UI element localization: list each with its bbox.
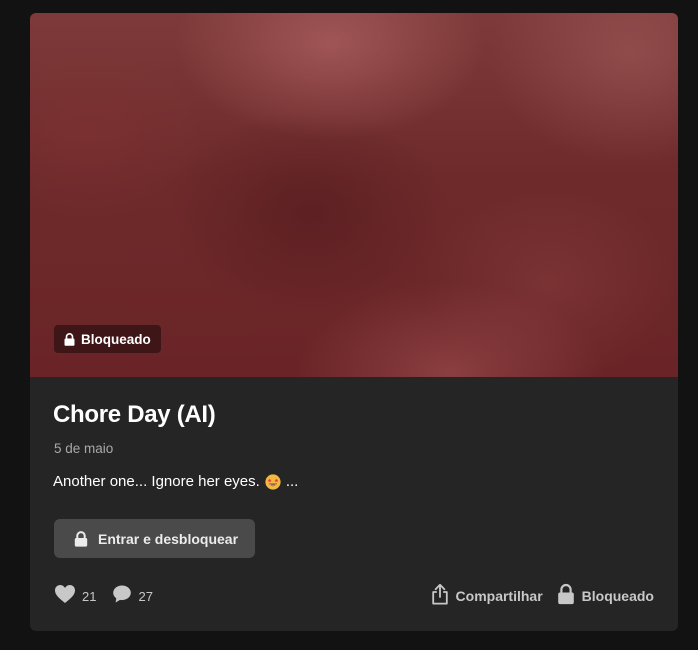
locked-status-label: Bloqueado <box>581 588 654 604</box>
like-count: 21 <box>82 588 97 604</box>
post-date: 5 de maio <box>54 441 114 456</box>
lock-icon <box>74 530 88 547</box>
post-title[interactable]: Chore Day (AI) <box>53 401 216 429</box>
locked-badge-label: Bloqueado <box>81 331 151 347</box>
comment-icon <box>112 584 132 609</box>
post-description: Another one... Ignore her eyes. ... <box>53 473 298 490</box>
lock-icon <box>64 332 75 346</box>
comment-count: 27 <box>138 588 153 604</box>
post-card: Bloqueado Chore Day (AI) 5 de maio Anoth… <box>30 13 678 631</box>
star-struck-emoji-icon <box>265 473 281 490</box>
locked-status: Bloqueado <box>557 583 654 610</box>
post-description-ellipsis: ... <box>285 473 299 490</box>
like-button[interactable]: 21 <box>54 584 96 609</box>
share-icon <box>431 583 449 610</box>
post-cover-image[interactable]: Bloqueado <box>30 13 678 377</box>
login-and-unlock-label: Entrar e desbloquear <box>98 530 239 547</box>
login-and-unlock-button[interactable]: Entrar e desbloquear <box>54 519 255 558</box>
locked-badge: Bloqueado <box>54 325 161 353</box>
heart-icon <box>54 584 76 609</box>
post-description-text: Another one... Ignore her eyes. <box>53 473 260 490</box>
lock-icon <box>557 583 575 610</box>
post-actions: Compartilhar Bloqueado <box>431 583 654 610</box>
share-label: Compartilhar <box>455 588 543 604</box>
post-stats: 21 27 <box>54 584 169 609</box>
share-button[interactable]: Compartilhar <box>431 583 543 610</box>
comment-button[interactable]: 27 <box>112 584 153 609</box>
